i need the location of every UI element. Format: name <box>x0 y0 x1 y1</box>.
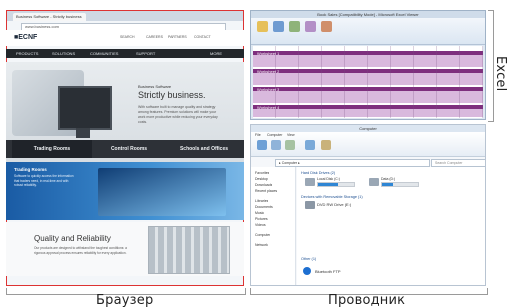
monitor-image <box>58 86 112 130</box>
monitor-stand-image <box>76 128 90 138</box>
quality-text: Our products are designed to withstand t… <box>34 246 127 255</box>
tab-trading-rooms[interactable]: Trading Rooms <box>12 140 92 158</box>
drive-c[interactable]: Local Disk (C:) <box>305 177 357 189</box>
row-title-2: Worksheet 2 <box>257 69 280 74</box>
bluetooth-icon[interactable] <box>303 267 311 275</box>
excel-titlebar: Book Sales [Compatibility Mode] - Micros… <box>251 11 485 18</box>
tab-schools-offices[interactable]: Schools and Offices <box>166 140 242 158</box>
drive-label: Local Disk (C:) <box>317 177 340 181</box>
nav-downloads[interactable]: Downloads <box>255 183 272 187</box>
caption-explorer: Проводник <box>328 293 406 308</box>
hero-text: With software built to manage quality an… <box>138 105 218 124</box>
site-logo[interactable]: ■ECNF <box>14 34 37 41</box>
promo-text: Software to quickly access the informati… <box>14 174 74 187</box>
section-other: Other (1) <box>301 257 317 261</box>
nav-pictures[interactable]: Pictures <box>255 217 268 221</box>
rename-icon[interactable] <box>285 140 295 150</box>
paste-icon[interactable] <box>257 21 268 32</box>
nav-computer[interactable]: Computer <box>255 233 270 237</box>
row-title-3: Worksheet 3 <box>257 87 280 92</box>
grid-columns <box>253 46 483 118</box>
explorer-search-input[interactable]: Search Computer <box>431 159 485 167</box>
nav-libraries[interactable]: Libraries <box>255 199 268 203</box>
nav-more[interactable]: MORE <box>210 51 222 56</box>
row-title-1: Worksheet 1 <box>257 51 280 56</box>
hero-kicker: Business Software <box>138 84 172 89</box>
nav-music[interactable]: Music <box>255 211 264 215</box>
topnav-partners[interactable]: PARTNERS <box>168 35 187 40</box>
drive-usage-bar <box>317 182 355 187</box>
nav-support[interactable]: SUPPORT <box>136 51 155 56</box>
nav-desktop[interactable]: Desktop <box>255 177 268 181</box>
quality-title: Quality and Reliability <box>34 234 111 243</box>
drive-usage-bar <box>381 182 419 187</box>
properties-icon[interactable] <box>257 140 267 150</box>
promo-image <box>98 168 226 216</box>
nav-videos[interactable]: Videos <box>255 223 266 227</box>
excel-ribbon <box>251 18 485 45</box>
format-icon[interactable] <box>289 21 300 32</box>
zoom-icon[interactable] <box>321 21 332 32</box>
drive-label: Data (D:) <box>381 177 396 181</box>
map-drive-icon[interactable] <box>305 140 315 150</box>
tab-view[interactable]: View <box>287 133 295 137</box>
tab-file[interactable]: File <box>255 133 261 137</box>
nav-documents[interactable]: Documents <box>255 205 273 209</box>
explorer-address-bar[interactable]: ▸ Computer ▸ <box>275 159 430 167</box>
caption-excel: Excel <box>493 56 508 92</box>
nav-solutions[interactable]: SOLUTIONS <box>52 51 75 56</box>
row-title-4: Worksheet 4 <box>257 105 280 110</box>
drive-d[interactable]: Data (D:) <box>369 177 421 189</box>
section-removable: Devices with Removable Storage (1) <box>301 195 363 199</box>
site-navbar <box>6 49 244 58</box>
promo-title: Trading Rooms <box>14 167 47 172</box>
topnav-contact[interactable]: CONTACT <box>194 35 211 40</box>
explorer-titlebar: Computer <box>251 125 485 132</box>
nav-recent[interactable]: Recent places <box>255 189 277 193</box>
tab-computer[interactable]: Computer <box>267 133 282 137</box>
open-icon[interactable] <box>271 140 281 150</box>
tab-control-rooms[interactable]: Control Rooms <box>94 140 164 158</box>
nav-communities[interactable]: COMMUNITIES <box>90 51 118 56</box>
hard-drive-icon <box>369 178 379 186</box>
bluetooth-label: Bluetooth FTP <box>315 269 341 274</box>
nav-products[interactable]: PRODUCTS <box>16 51 38 56</box>
copy-icon[interactable] <box>273 21 284 32</box>
dvd-drive-icon[interactable] <box>305 201 315 209</box>
topnav-careers[interactable]: CAREERS <box>146 35 163 40</box>
excel-window: Book Sales [Compatibility Mode] - Micros… <box>250 10 486 120</box>
add-location-icon[interactable] <box>321 140 331 150</box>
section-hard-disks: Hard Disk Drives (2) <box>301 171 336 175</box>
find-icon[interactable] <box>305 21 316 32</box>
browser-tab[interactable]: Business Software - Strictly business <box>13 13 86 21</box>
explorer-window: Computer File Computer View ▸ Computer ▸… <box>250 124 486 286</box>
nav-favorites[interactable]: Favorites <box>255 171 269 175</box>
topnav-search[interactable]: SEARCH <box>120 35 135 40</box>
server-rack-image <box>148 226 230 274</box>
hero-title: Strictly business. <box>138 90 206 100</box>
nav-network[interactable]: Network <box>255 243 268 247</box>
dvd-drive-label: DVD RW Drive (E:) <box>317 202 352 207</box>
hard-drive-icon <box>305 178 315 186</box>
caption-browser: Браузер <box>96 293 154 308</box>
